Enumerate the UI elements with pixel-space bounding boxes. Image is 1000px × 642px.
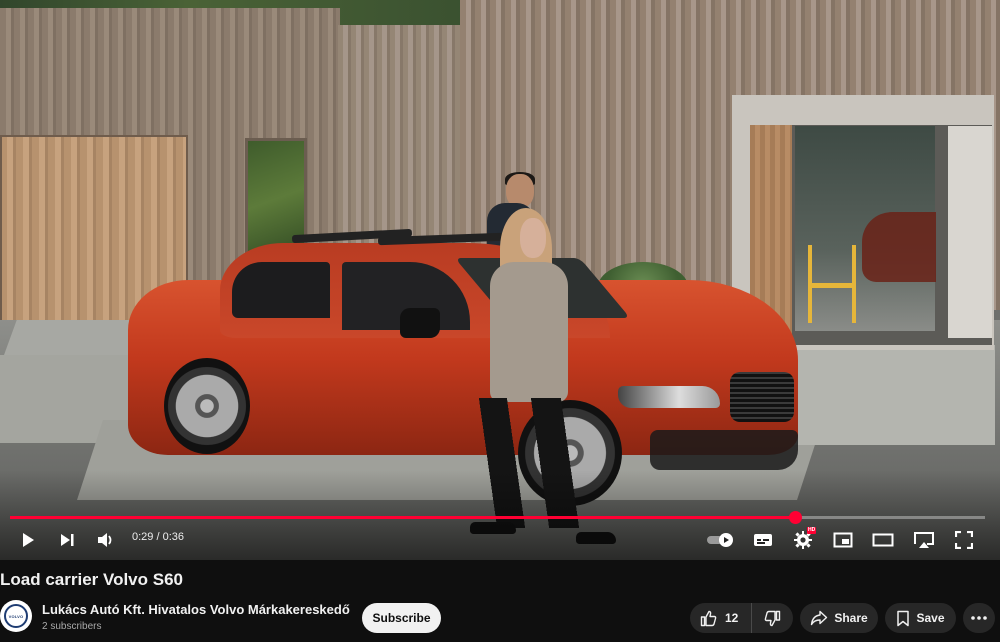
car-rear-window: [232, 262, 330, 318]
subscriber-count: 2 subscribers: [42, 621, 102, 632]
bookmark-icon: [897, 610, 910, 626]
next-icon: [61, 534, 74, 546]
subscribe-button[interactable]: Subscribe: [362, 603, 441, 633]
theater-mode-icon: [872, 533, 894, 547]
channel-avatar[interactable]: VOLVO: [0, 600, 32, 632]
save-label: Save: [916, 611, 945, 625]
more-actions-button[interactable]: [963, 603, 995, 633]
car-headlight: [618, 386, 720, 408]
share-icon: [811, 610, 828, 626]
next-button[interactable]: [56, 528, 78, 552]
time-display: 0:29 / 0:36: [132, 531, 184, 543]
like-dislike-group: 12: [690, 603, 793, 633]
video-title: Load carrier Volvo S60: [0, 570, 183, 589]
time-separator: /: [153, 531, 163, 543]
car-rear-wheel: [164, 358, 250, 454]
glass-door: [948, 126, 992, 338]
yellow-chair: [808, 245, 856, 323]
woman-face: [520, 218, 546, 258]
fullscreen-button[interactable]: [953, 528, 975, 552]
car-grille: [730, 372, 794, 422]
video-player[interactable]: 0:29 / 0:36 HD: [0, 0, 1000, 560]
avatar-logo-text: VOLVO: [8, 613, 24, 619]
autoplay-toggle-icon: [707, 533, 733, 547]
save-button[interactable]: Save: [885, 603, 956, 633]
car-mirror: [400, 308, 440, 338]
progress-bar[interactable]: [10, 511, 985, 524]
subtitles-icon: [754, 534, 772, 546]
progress-played: [10, 516, 795, 519]
car-reflection: [862, 212, 936, 282]
paving-slab: [770, 345, 995, 445]
share-label: Share: [834, 611, 868, 625]
play-button[interactable]: [17, 528, 39, 552]
duration: 0:36: [162, 531, 185, 543]
play-icon: [23, 533, 34, 547]
cast-button[interactable]: [911, 528, 937, 552]
progress-scrubber[interactable]: [788, 511, 802, 524]
volume-icon: [98, 533, 112, 547]
miniplayer-button[interactable]: [831, 528, 855, 552]
like-count: 12: [725, 611, 739, 625]
woman-body: [490, 262, 568, 402]
thumbs-down-icon: [764, 610, 780, 626]
theater-mode-button[interactable]: [871, 528, 895, 552]
channel-name[interactable]: Lukács Autó Kft. Hivatalos Volvo Márkake…: [42, 602, 350, 617]
autoplay-toggle[interactable]: [705, 528, 737, 552]
fullscreen-icon: [955, 531, 973, 549]
more-dots-icon: [971, 616, 987, 620]
volume-button[interactable]: [95, 528, 117, 552]
cast-icon: [914, 532, 934, 548]
share-button[interactable]: Share: [800, 603, 878, 633]
current-time: 0:29: [132, 531, 154, 543]
volvo-logo-icon: VOLVO: [4, 604, 28, 628]
thumbs-up-icon: [700, 610, 717, 626]
subtitles-button[interactable]: [751, 528, 775, 552]
miniplayer-icon: [833, 532, 853, 548]
car-bumper: [650, 430, 798, 470]
hd-badge: HD: [807, 527, 817, 534]
like-button[interactable]: 12: [690, 603, 752, 633]
dislike-button[interactable]: [752, 603, 793, 633]
